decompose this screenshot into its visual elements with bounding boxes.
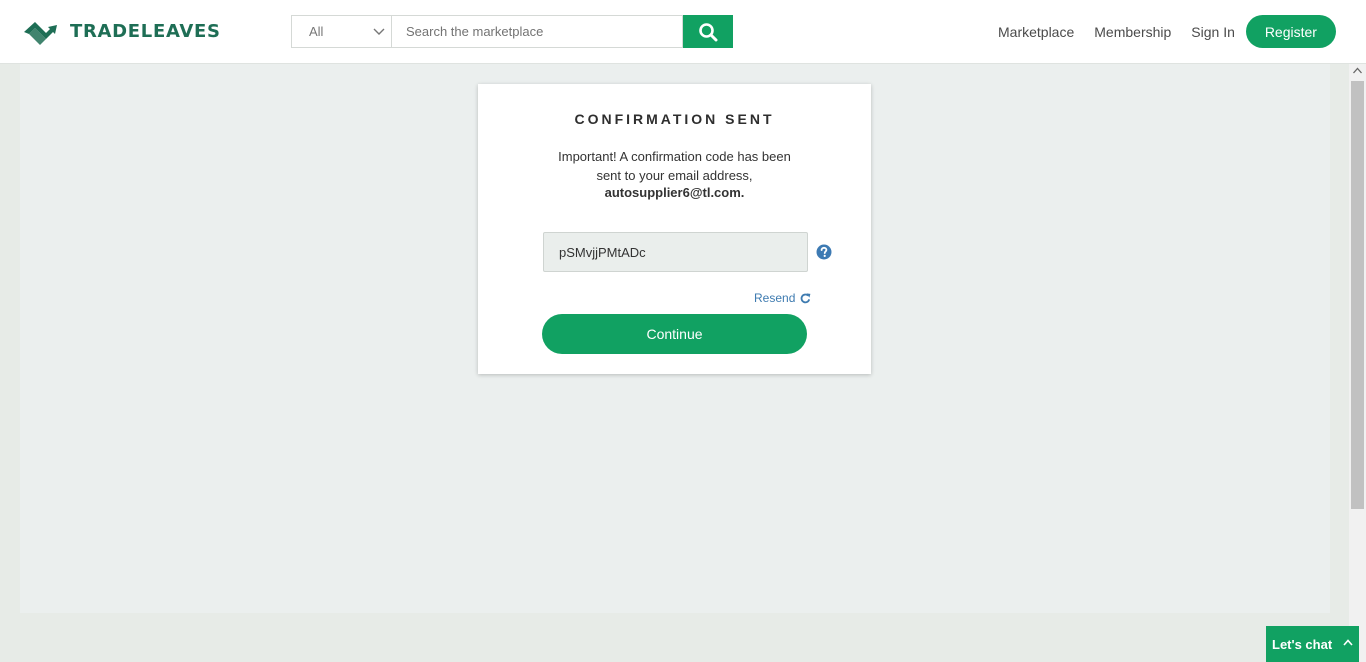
refresh-icon [801, 292, 811, 303]
nav-membership[interactable]: Membership [1094, 24, 1171, 40]
brand-name: TRADELEAVES [70, 21, 221, 42]
chat-label: Let's chat [1272, 636, 1333, 652]
search-input[interactable] [391, 15, 683, 48]
confirmation-email: autosupplier6@tl.com. [604, 185, 745, 200]
site-header: TRADELEAVES All Marketplace Membership S… [0, 0, 1366, 64]
search-button[interactable] [683, 15, 733, 48]
chat-widget-button[interactable]: Let's chat [1266, 626, 1359, 662]
register-button[interactable]: Register [1245, 15, 1336, 48]
search-icon [699, 22, 718, 41]
chevron-down-icon [373, 28, 385, 35]
continue-button[interactable]: Continue [542, 314, 807, 354]
search-bar: All [291, 15, 733, 48]
resend-label: Resend [754, 291, 796, 305]
nav-sign-in[interactable]: Sign In [1191, 24, 1235, 40]
main-nav: Marketplace Membership Sign In Register [998, 15, 1336, 48]
card-title: CONFIRMATION SENT [574, 111, 775, 127]
tradeleaves-logo-icon [24, 22, 57, 45]
confirmation-code-input[interactable] [543, 232, 808, 272]
scroll-up-arrow-icon[interactable] [1353, 67, 1362, 74]
scrollbar-thumb[interactable] [1351, 81, 1364, 509]
logo[interactable]: TRADELEAVES [24, 18, 221, 45]
chevron-up-icon [1343, 639, 1353, 646]
question-circle-icon[interactable] [816, 244, 832, 260]
nav-marketplace[interactable]: Marketplace [998, 24, 1074, 40]
page-scrollbar[interactable] [1349, 64, 1366, 662]
resend-link[interactable]: Resend [754, 291, 811, 305]
category-select-value: All [309, 24, 324, 39]
confirmation-message: Important! A confirmation code has been … [558, 149, 791, 183]
confirmation-card: CONFIRMATION SENT Important! A confirmat… [478, 84, 871, 374]
category-select[interactable]: All [291, 15, 391, 48]
